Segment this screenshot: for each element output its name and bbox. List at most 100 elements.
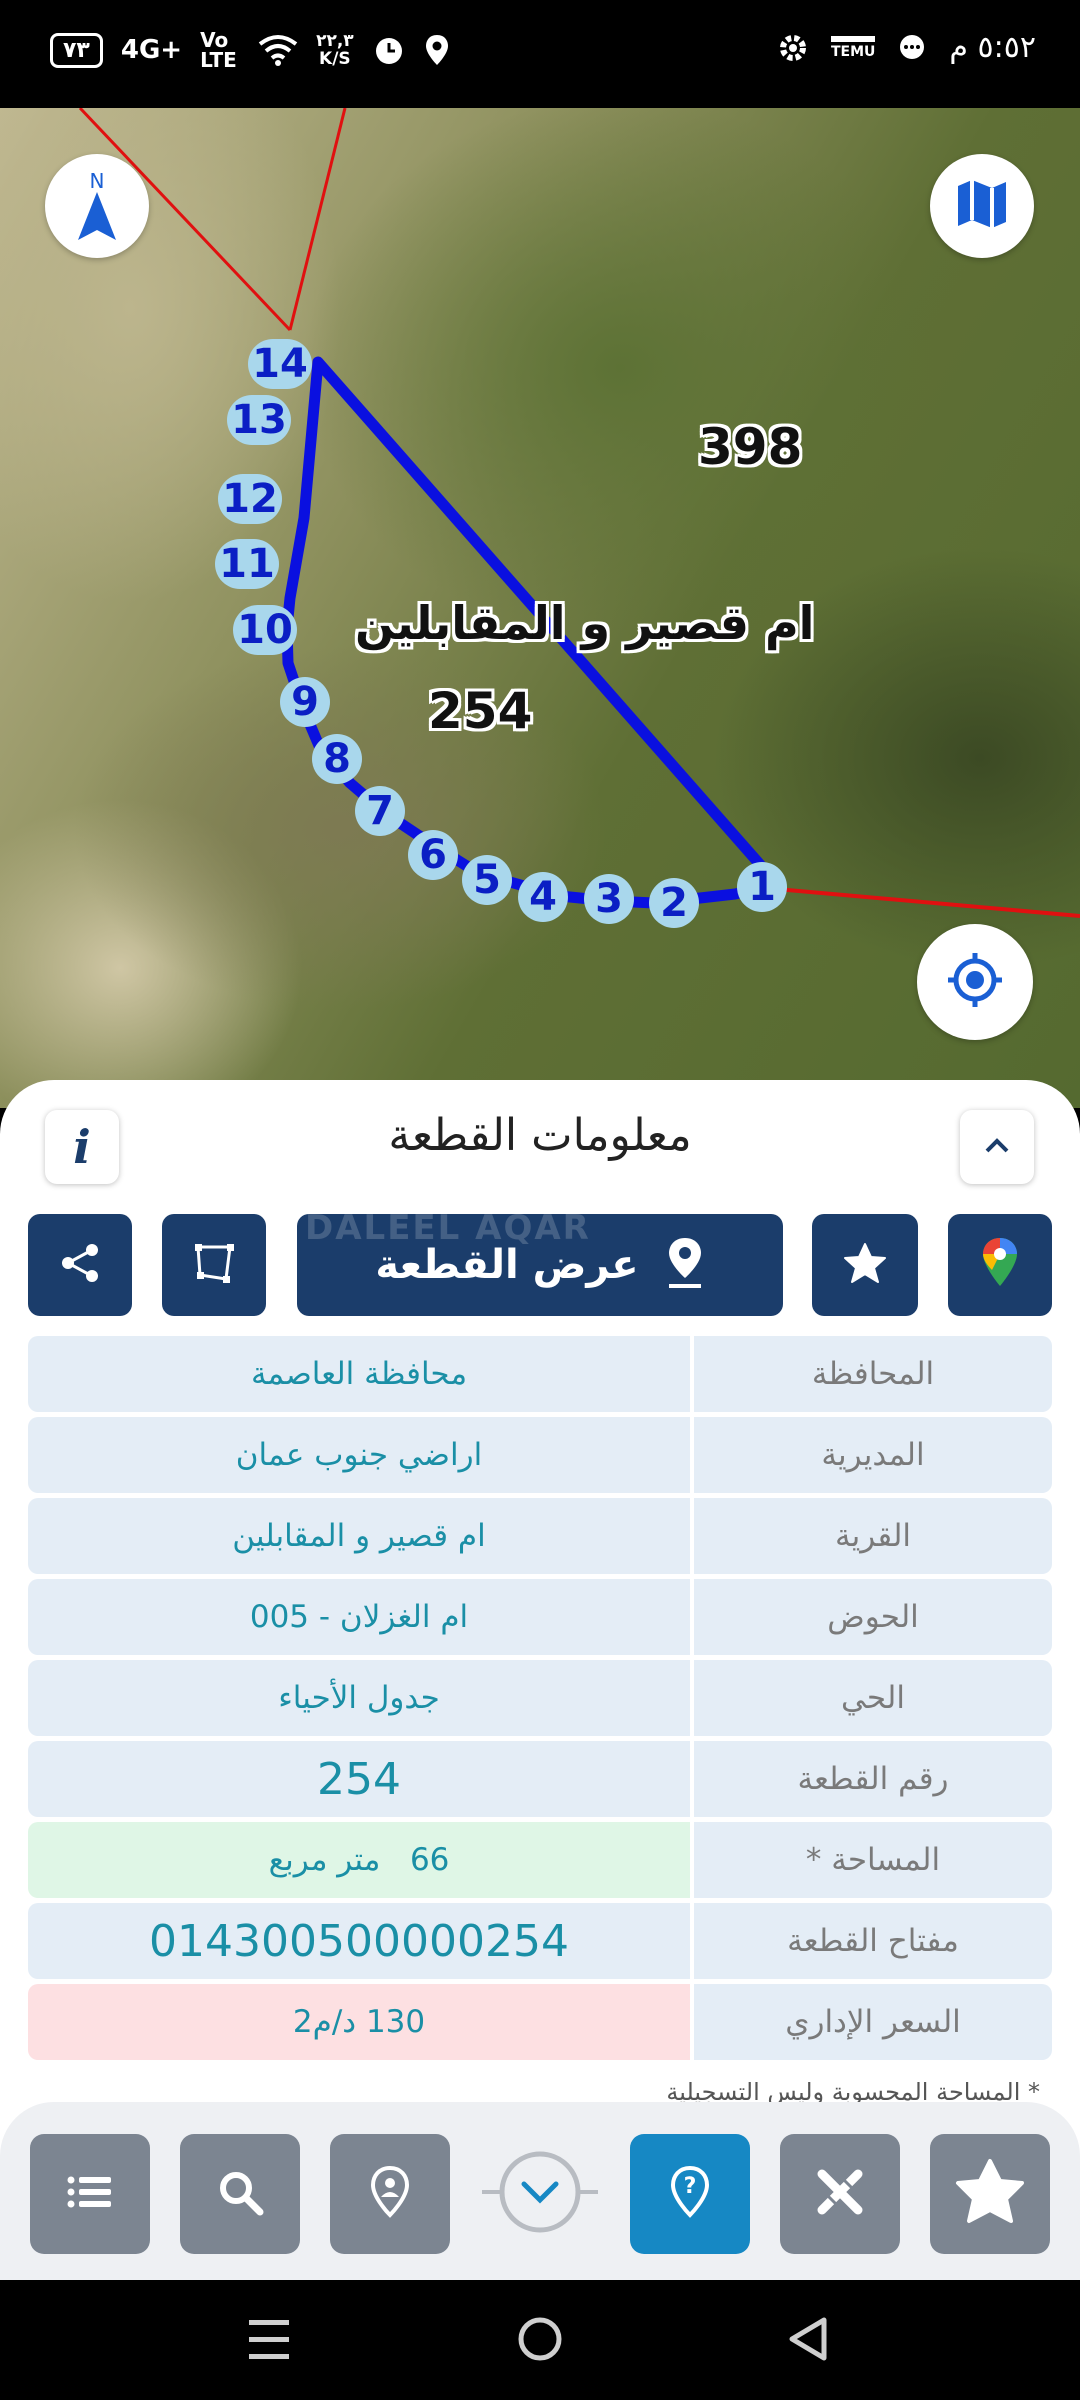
nav-search-button[interactable] xyxy=(180,2134,300,2254)
directorate-value: اراضي جنوب عمان xyxy=(28,1417,690,1493)
nav-location-button[interactable] xyxy=(330,2134,450,2254)
map-layers-button[interactable] xyxy=(930,154,1034,258)
share-button[interactable] xyxy=(28,1214,132,1316)
boundary-line-e xyxy=(764,886,1080,918)
google-maps-button[interactable] xyxy=(948,1214,1052,1316)
battery-indicator: ٧٣ xyxy=(50,32,103,68)
boundary-point-7: 7 xyxy=(355,786,405,836)
parcel-number-value: 254 xyxy=(28,1741,690,1817)
basin-value: ام الغزلان - 005 xyxy=(28,1579,690,1655)
boundary-point-13: 13 xyxy=(227,395,291,445)
north-compass-button[interactable]: N xyxy=(45,154,149,258)
map-icon xyxy=(954,176,1010,236)
location-icon xyxy=(424,33,450,67)
governorate-value: محافظة العاصمة xyxy=(28,1336,690,1412)
row-governorate: محافظة العاصمة المحافظة xyxy=(28,1336,1052,1412)
village-label: القرية xyxy=(694,1498,1052,1574)
system-navigation-bar xyxy=(0,2280,1080,2400)
my-location-button[interactable] xyxy=(917,924,1033,1040)
row-village: ام قصير و المقابلين القرية xyxy=(28,1498,1052,1574)
village-map-label: ام قصير و المقابلين xyxy=(355,596,815,650)
governorate-label: المحافظة xyxy=(694,1336,1052,1412)
draw-polygon-button[interactable] xyxy=(162,1214,266,1316)
row-parcel-key: 014300500000254 مفتاح القطعة xyxy=(28,1903,1052,1979)
speed-unit: K/S xyxy=(319,49,351,69)
search-icon xyxy=(216,2168,264,2220)
row-area: 66 متر مربع المساحة * xyxy=(28,1822,1052,1898)
recent-apps-icon[interactable] xyxy=(248,2318,290,2366)
nav-expand-button[interactable] xyxy=(480,2144,600,2244)
parcel-number-label: رقم القطعة xyxy=(694,1741,1052,1817)
boundary-point-3: 3 xyxy=(584,874,634,924)
neighborhood-value: جدول الأحياء xyxy=(28,1660,690,1736)
network-label: 4G+ xyxy=(120,35,183,65)
crosshair-icon xyxy=(944,949,1006,1015)
row-directorate: اراضي جنوب عمان المديرية xyxy=(28,1417,1052,1493)
wifi-icon xyxy=(258,34,298,66)
person-pin-icon xyxy=(368,2165,412,2223)
nav-list-button[interactable] xyxy=(30,2134,150,2254)
share-icon xyxy=(58,1241,102,1289)
view-parcel-label: عرض القطعة xyxy=(375,1242,639,1288)
bottom-navigation: ? xyxy=(0,2102,1080,2280)
boundary-line-n xyxy=(288,108,347,331)
location-pin-icon xyxy=(665,1236,705,1294)
star-badge-icon xyxy=(954,2157,1026,2231)
parcel-number-label: 254 xyxy=(428,682,533,740)
boundary-point-1: 1 xyxy=(737,862,787,912)
basin-label: الحوض xyxy=(694,1579,1052,1655)
area-value: 66 متر مربع xyxy=(28,1822,690,1898)
nav-favorites-button[interactable] xyxy=(930,2134,1050,2254)
neighbor-parcel-number: 398 xyxy=(698,418,803,476)
boundary-point-10: 10 xyxy=(233,605,297,655)
village-value: ام قصير و المقابلين xyxy=(28,1498,690,1574)
temu-label: TEMU xyxy=(831,35,876,60)
row-neighborhood: جدول الأحياء الحي xyxy=(28,1660,1052,1736)
panel-header: i معلومات القطعة xyxy=(0,1080,1080,1200)
chevron-up-icon xyxy=(983,1136,1011,1158)
google-maps-icon xyxy=(980,1236,1020,1294)
map-view[interactable]: N 398 ام قصير و المقابلين 254 1 2 3 4 5 … xyxy=(0,108,1080,1108)
chevron-down-circle-icon xyxy=(480,2142,600,2246)
neighborhood-label: الحي xyxy=(694,1660,1052,1736)
boundary-point-9: 9 xyxy=(280,677,330,727)
admin-price-label: السعر الإداري xyxy=(694,1984,1052,2060)
row-parcel-number: 254 رقم القطعة xyxy=(28,1741,1052,1817)
directorate-label: المديرية xyxy=(694,1417,1052,1493)
settings-gear-icon xyxy=(777,32,809,64)
chat-icon xyxy=(897,33,927,63)
boundary-point-14: 14 xyxy=(248,339,312,389)
collapse-panel-button[interactable] xyxy=(960,1110,1034,1184)
status-bar: ٧٣ 4G+ Vo LTE ٢٢,٣ K/S TEMU ٥:٥٢ م xyxy=(0,0,1080,108)
list-icon xyxy=(65,2172,115,2216)
parcel-details-table: محافظة العاصمة المحافظة اراضي جنوب عمان … xyxy=(28,1336,1052,2065)
nav-tools-button[interactable] xyxy=(780,2134,900,2254)
boundary-point-11: 11 xyxy=(215,539,279,589)
north-label: N xyxy=(90,169,105,193)
help-pin-icon: ? xyxy=(668,2165,712,2223)
admin-price-value: 130 د/م2 xyxy=(28,1984,690,2060)
clock-time: ٥:٥٢ م xyxy=(949,30,1036,65)
parcel-key-label: مفتاح القطعة xyxy=(694,1903,1052,1979)
boundary-point-2: 2 xyxy=(649,878,699,928)
star-icon xyxy=(842,1241,888,1289)
area-label: المساحة * xyxy=(694,1822,1052,1898)
panel-title: معلومات القطعة xyxy=(388,1110,692,1161)
alarm-icon xyxy=(372,33,406,67)
row-basin: ام الغزلان - 005 الحوض xyxy=(28,1579,1052,1655)
row-admin-price: 130 د/م2 السعر الإداري xyxy=(28,1984,1052,2060)
tools-icon xyxy=(814,2166,866,2222)
volte-label: Vo LTE xyxy=(200,28,237,72)
svg-text:?: ? xyxy=(684,2174,697,2199)
nav-help-button[interactable]: ? xyxy=(630,2134,750,2254)
boundary-point-8: 8 xyxy=(312,734,362,784)
watermark: DALEEL AQAR xyxy=(305,1208,591,1248)
parcel-info-panel: i معلومات القطعة عرض القطعة DALEEL AQAR xyxy=(0,1080,1080,2280)
favorite-button[interactable] xyxy=(812,1214,918,1316)
home-icon[interactable] xyxy=(517,2316,563,2366)
boundary-point-5: 5 xyxy=(462,855,512,905)
parcel-key-value: 014300500000254 xyxy=(28,1903,690,1979)
boundary-point-12: 12 xyxy=(218,474,282,524)
polygon-icon xyxy=(192,1241,236,1289)
back-icon[interactable] xyxy=(786,2316,828,2366)
